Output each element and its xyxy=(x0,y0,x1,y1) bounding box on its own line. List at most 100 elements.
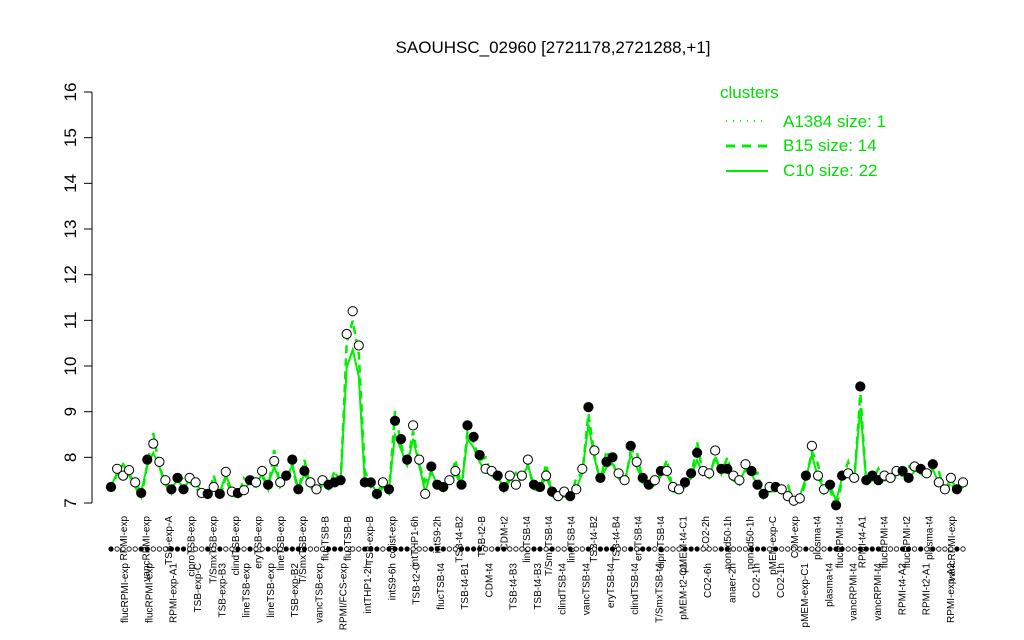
sample-label: lineTSB-exp xyxy=(266,563,277,618)
data-point xyxy=(335,475,346,486)
sample-label: flucRPMI-exp xyxy=(120,563,131,623)
y-tick-label: 15 xyxy=(61,128,80,147)
data-point xyxy=(510,479,522,490)
strip-marker xyxy=(839,546,845,552)
strip-marker xyxy=(827,546,833,552)
strip-marker xyxy=(350,546,356,552)
sample-label: RPMI-exp-A1 xyxy=(169,563,180,623)
strip-marker xyxy=(531,546,537,552)
sample-label: flucRPMI-t4 xyxy=(835,516,846,569)
strip-marker xyxy=(833,546,839,552)
sample-label: TSB-exp-B xyxy=(365,516,376,565)
strip-marker xyxy=(579,546,585,552)
y-tick-label: 9 xyxy=(61,407,80,416)
data-point xyxy=(794,493,805,504)
sample-label: intTHP1-2h xyxy=(363,563,374,614)
data-point xyxy=(498,481,509,493)
strip-marker xyxy=(156,546,162,552)
strip-marker xyxy=(519,546,525,552)
y-tick-label: 7 xyxy=(61,498,80,507)
strip-marker xyxy=(561,546,567,552)
data-point xyxy=(456,479,467,490)
strip-marker xyxy=(446,546,452,552)
strip-marker xyxy=(905,546,912,552)
strip-marker xyxy=(138,546,144,552)
y-tick-label: 16 xyxy=(61,83,80,102)
strip-marker xyxy=(609,546,616,552)
strip-marker xyxy=(954,546,960,552)
sample-label: CO2-6h xyxy=(703,563,714,598)
sample-label: TSB-t4-B2 xyxy=(589,516,600,563)
data-point xyxy=(444,475,455,486)
strip-marker xyxy=(597,546,604,552)
y-axis: 7 8 9 10 11 12 13 14 15 16 xyxy=(61,83,93,508)
data-point xyxy=(583,402,594,413)
data-point xyxy=(142,454,153,465)
data-point xyxy=(311,484,322,495)
strip-marker xyxy=(440,546,446,552)
strip-marker xyxy=(501,546,507,552)
data-point xyxy=(812,470,824,481)
strip-marker xyxy=(187,546,193,552)
strip-marker xyxy=(779,546,785,552)
strip-marker xyxy=(694,546,700,552)
data-point xyxy=(462,420,473,431)
sample-label: eryTSB-exp xyxy=(253,516,264,569)
strip-marker xyxy=(773,546,779,552)
sample-label: clindTSB-t4 xyxy=(557,563,568,615)
strip-marker xyxy=(621,546,628,552)
legend: clusters A1384 size: 1 B15 size: 14 C10 … xyxy=(720,83,886,180)
sample-labels-bottom: flucRPMI-exp flucRPMI-exp RPMI-exp-A1 TSB-e… xyxy=(120,563,957,631)
strip-marker xyxy=(428,546,434,552)
sample-label: flucRPMI-exp xyxy=(144,563,155,623)
sample-label: T/SmxTSB-t4 xyxy=(654,563,665,623)
data-point xyxy=(474,449,485,461)
data-point xyxy=(414,454,425,465)
data-point xyxy=(105,481,117,493)
strip-marker xyxy=(356,546,362,552)
data-point xyxy=(299,465,310,477)
strip-marker xyxy=(416,546,422,552)
strip-marker xyxy=(513,546,519,552)
data-point xyxy=(420,488,431,499)
sample-label: TSB-exp-C xyxy=(193,563,204,612)
sample-label: lineTSB-t4 xyxy=(522,516,533,563)
sample-label: CDM-exp xyxy=(790,516,801,559)
strip-marker xyxy=(936,546,942,552)
strip-marker xyxy=(168,546,174,552)
strip-marker xyxy=(525,546,531,552)
strip-marker xyxy=(869,546,875,552)
strip-marker xyxy=(380,546,386,552)
data-point xyxy=(903,472,914,483)
sample-label: RPMI-t4-A2 xyxy=(897,563,908,616)
strip-marker xyxy=(887,546,894,552)
data-point xyxy=(287,454,298,465)
strip-marker xyxy=(585,546,592,552)
data-point xyxy=(426,461,437,472)
strip-marker xyxy=(893,546,900,552)
sample-label: CO2-1h xyxy=(776,563,787,598)
strip-marker xyxy=(476,546,483,552)
data-point xyxy=(220,466,231,477)
chart-canvas: SAOUHSC_02960 [2721178,2721288,+1] 7 8 9 10… xyxy=(61,38,969,631)
data-point xyxy=(281,470,292,481)
strip-marker xyxy=(277,546,283,552)
sample-label: vancRPMI-t4 xyxy=(873,563,884,621)
strip-marker xyxy=(144,546,150,552)
sample-label: flucRPMI-t2 xyxy=(902,516,913,569)
strip-marker xyxy=(742,546,749,552)
strip-marker xyxy=(863,546,869,552)
strip-marker xyxy=(235,546,241,552)
y-tick-label: 14 xyxy=(61,174,80,193)
strip-marker xyxy=(706,546,712,552)
strip-marker xyxy=(724,546,730,552)
strip-marker xyxy=(760,546,767,552)
sample-label: lineTSB-exp xyxy=(276,516,287,571)
strip-marker xyxy=(247,546,253,552)
sample-label: vancRPMI-t4 xyxy=(849,563,860,621)
strip-marker xyxy=(615,546,622,552)
legend-entry-b15: B15 size: 14 xyxy=(783,136,877,155)
data-point xyxy=(831,500,842,511)
data-point xyxy=(148,438,159,449)
strip-marker xyxy=(875,546,882,552)
